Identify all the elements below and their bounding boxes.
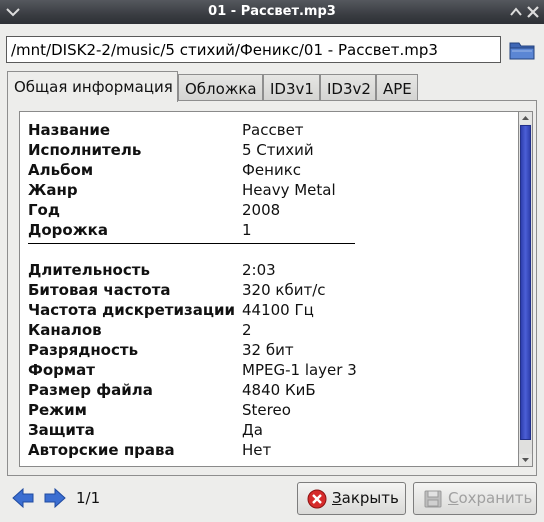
info-label: Формат bbox=[28, 361, 95, 379]
info-value: 4840 КиБ bbox=[242, 381, 316, 399]
arrow-right-icon[interactable] bbox=[43, 487, 67, 509]
info-value: Stereo bbox=[242, 401, 291, 419]
maximize-icon[interactable] bbox=[508, 4, 524, 20]
info-label: Разрядность bbox=[28, 341, 139, 359]
info-value: Heavy Metal bbox=[242, 181, 336, 199]
info-value: Рассвет bbox=[242, 121, 304, 139]
info-label: Альбом bbox=[28, 161, 94, 179]
tab-panel: Название Рассвет Исполнитель 5 Стихий Ал… bbox=[7, 100, 537, 476]
close-button[interactable]: Закрыть bbox=[297, 482, 406, 515]
tab-ape[interactable]: APE bbox=[376, 74, 418, 100]
section-divider bbox=[28, 243, 355, 244]
scrollbar-thumb[interactable] bbox=[520, 125, 531, 440]
info-label: Исполнитель bbox=[28, 141, 142, 159]
close-circle-icon bbox=[307, 489, 327, 509]
info-label: Дорожка bbox=[28, 221, 108, 239]
arrow-left-icon[interactable] bbox=[11, 487, 35, 509]
tab-cover[interactable]: Обложка bbox=[178, 74, 263, 100]
window-title: 01 - Рассвет.mp3 bbox=[208, 4, 336, 19]
scroll-down-icon[interactable] bbox=[519, 454, 532, 466]
info-value: 44100 Гц bbox=[242, 301, 314, 319]
info-label: Название bbox=[28, 121, 111, 139]
info-value: 2 bbox=[242, 321, 252, 339]
vertical-scrollbar[interactable] bbox=[518, 111, 533, 467]
page-counter: 1/1 bbox=[76, 489, 101, 507]
info-value: 32 бит bbox=[242, 341, 294, 359]
info-value: 320 кбит/с bbox=[242, 281, 326, 299]
save-button[interactable]: Сохранить bbox=[413, 482, 537, 515]
info-label: Жанр bbox=[28, 181, 78, 199]
info-value: 2008 bbox=[242, 201, 281, 219]
close-button-label: Закрыть bbox=[332, 489, 399, 507]
save-button-label: Сохранить bbox=[448, 489, 533, 507]
info-label: Битовая частота bbox=[28, 281, 171, 299]
info-label: Год bbox=[28, 201, 60, 219]
info-value: Феникс bbox=[242, 161, 302, 179]
info-value: Нет bbox=[242, 441, 272, 459]
tab-id3v1[interactable]: ID3v1 bbox=[263, 74, 320, 100]
scroll-up-icon[interactable] bbox=[519, 112, 532, 124]
info-value: 5 Стихий bbox=[242, 141, 314, 159]
info-view: Название Рассвет Исполнитель 5 Стихий Ал… bbox=[19, 111, 518, 467]
info-label: Длительность bbox=[28, 261, 150, 279]
info-value: MPEG-1 layer 3 bbox=[242, 361, 357, 379]
floppy-disk-icon bbox=[424, 490, 442, 508]
info-value: 2:03 bbox=[242, 261, 276, 279]
tab-id3v2[interactable]: ID3v2 bbox=[320, 74, 376, 100]
info-label: Размер файла bbox=[28, 381, 153, 399]
info-label: Авторские права bbox=[28, 441, 175, 459]
folder-icon[interactable] bbox=[507, 37, 537, 63]
info-label: Режим bbox=[28, 401, 87, 419]
tab-general-info[interactable]: Общая информация bbox=[7, 71, 178, 102]
info-label: Частота дискретизации bbox=[28, 301, 235, 319]
info-value: 1 bbox=[242, 221, 252, 239]
window-close-icon[interactable] bbox=[525, 4, 541, 20]
file-path-input[interactable] bbox=[6, 36, 501, 63]
window-titlebar: 01 - Рассвет.mp3 bbox=[0, 0, 544, 24]
info-label: Защита bbox=[28, 421, 95, 439]
info-label: Каналов bbox=[28, 321, 102, 339]
info-value: Да bbox=[242, 421, 263, 439]
